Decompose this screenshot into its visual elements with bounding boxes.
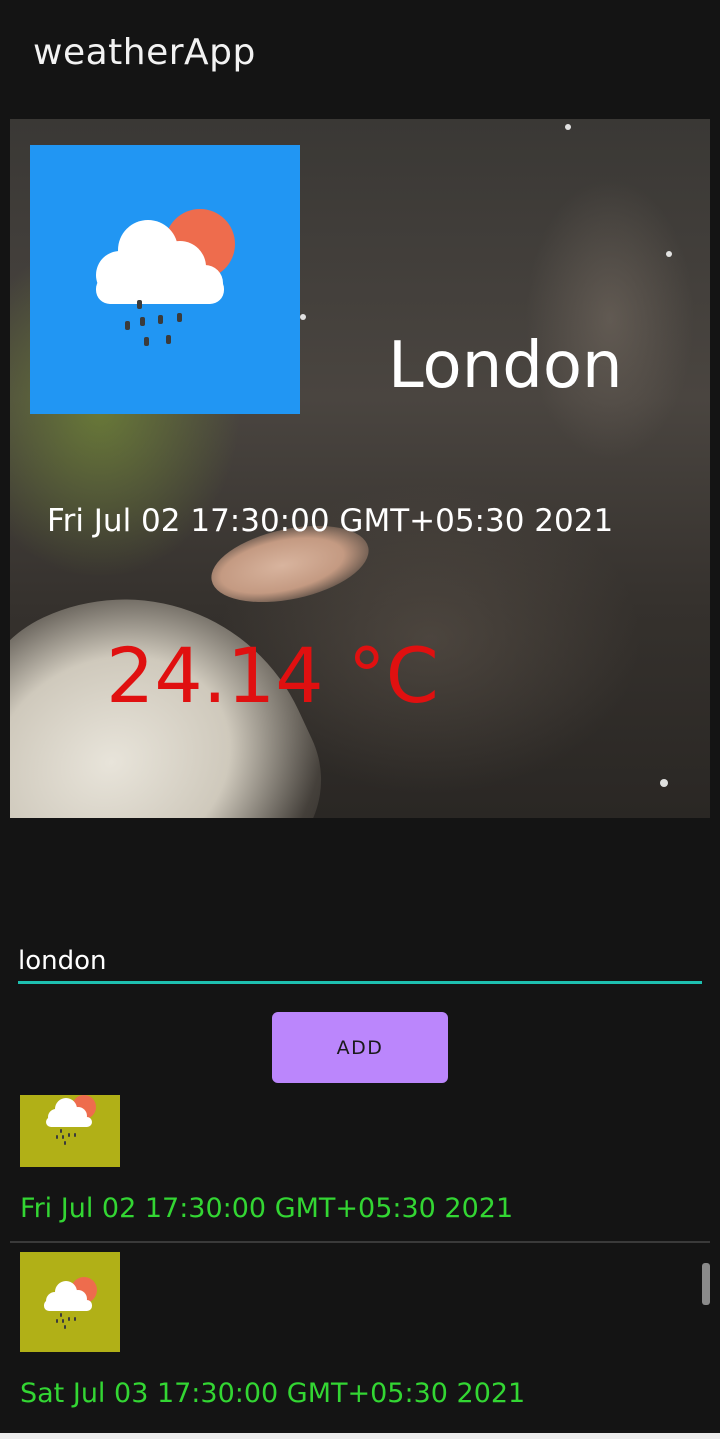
forecast-date: Sat Jul 03 17:30:00 GMT+05:30 2021 — [20, 1378, 526, 1409]
forecast-date: Fri Jul 02 17:30:00 GMT+05:30 2021 — [20, 1193, 514, 1224]
app-bar: weatherApp — [0, 0, 720, 118]
current-weather-card: London Fri Jul 02 17:30:00 GMT+05:30 202… — [10, 119, 710, 818]
sparkle — [300, 314, 306, 320]
city-search-input[interactable] — [18, 940, 702, 984]
sparkle — [565, 124, 571, 130]
add-button[interactable]: ADD — [272, 1012, 448, 1083]
rain-cloud-sun-icon — [20, 1095, 120, 1167]
current-datetime: Fri Jul 02 17:30:00 GMT+05:30 2021 — [47, 503, 614, 539]
city-name: London — [388, 329, 623, 403]
list-scrollbar[interactable] — [702, 1263, 710, 1305]
sparkle — [666, 251, 672, 257]
rain-cloud-sun-icon — [30, 145, 300, 414]
sparkle — [660, 779, 668, 787]
current-temperature: 24.14 °C — [106, 631, 439, 720]
bottom-edge — [0, 1433, 720, 1439]
app-title: weatherApp — [33, 32, 256, 73]
rain-cloud-sun-icon — [20, 1252, 120, 1352]
list-divider — [10, 1241, 710, 1243]
